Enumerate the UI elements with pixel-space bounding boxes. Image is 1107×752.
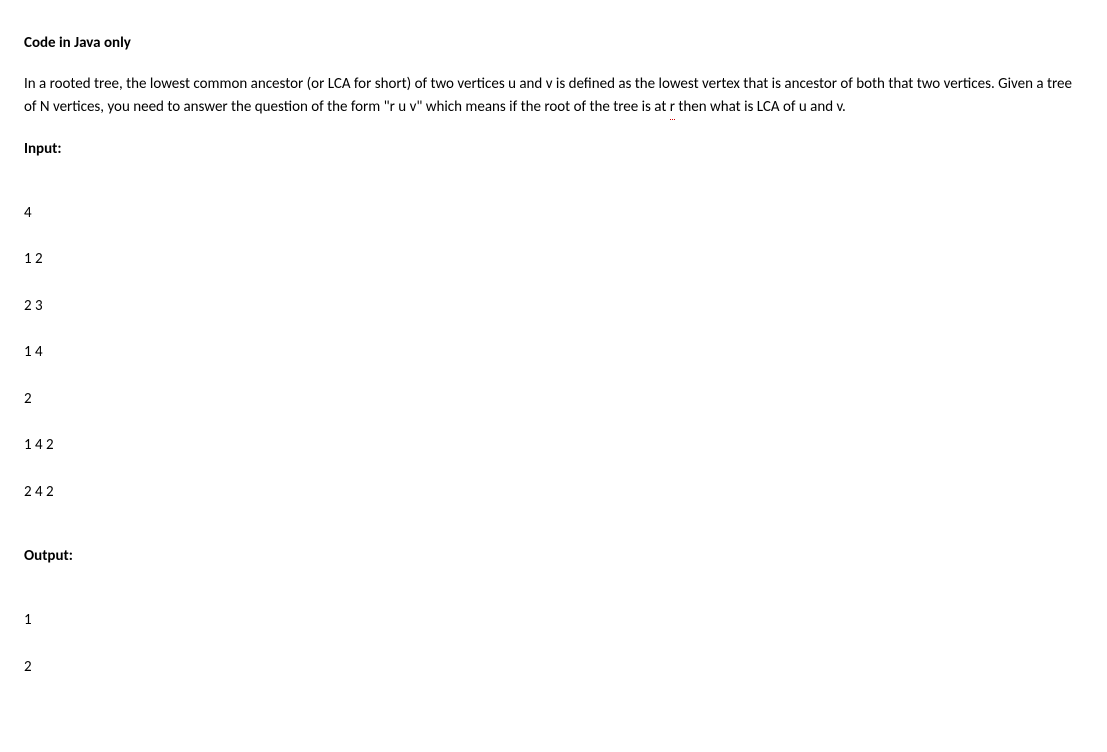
input-line: 2 <box>24 388 1083 411</box>
input-label: Input: <box>24 138 1083 161</box>
input-line: 2 3 <box>24 295 1083 318</box>
title: Code in Java only <box>24 32 1083 55</box>
output-label: Output: <box>24 545 1083 568</box>
input-data: 4 1 2 2 3 1 4 2 1 4 2 2 4 2 <box>24 179 1083 528</box>
input-line: 1 2 <box>24 248 1083 271</box>
input-line: 2 4 2 <box>24 481 1083 504</box>
problem-description: In a rooted tree, the lowest common ance… <box>24 73 1083 121</box>
input-line: 1 4 <box>24 341 1083 364</box>
output-data: 1 2 <box>24 586 1083 702</box>
description-part2: then what is LCA of u and v. <box>675 98 846 116</box>
input-line: 1 4 2 <box>24 434 1083 457</box>
input-line: 4 <box>24 202 1083 225</box>
output-line: 2 <box>24 656 1083 679</box>
output-line: 1 <box>24 609 1083 632</box>
description-part1: In a rooted tree, the lowest common ance… <box>24 75 1072 116</box>
